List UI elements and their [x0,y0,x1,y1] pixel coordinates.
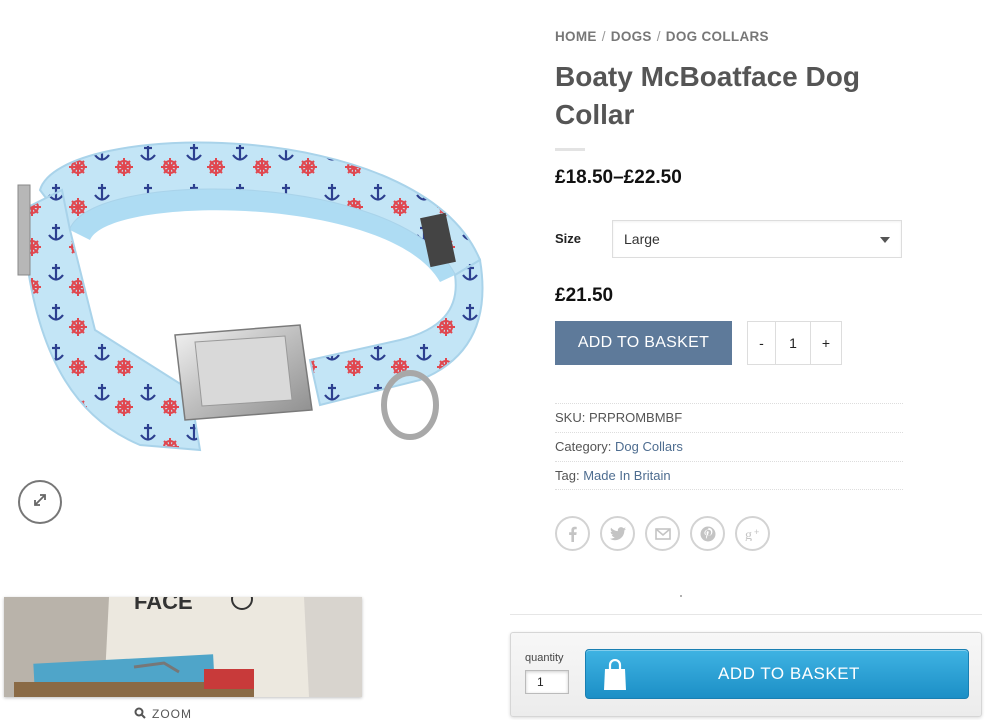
svg-text:g: g [745,528,752,541]
facebook-icon[interactable] [555,516,590,551]
quantity-minus-button[interactable]: - [748,322,776,364]
size-select[interactable]: Large [612,220,902,258]
expand-icon [31,491,49,514]
gallery-thumbnail[interactable]: FACE [4,597,362,697]
sticky-add-to-basket-bar: quantity 1 ADD TO BASKET [510,632,982,717]
thumbnail-bag-text: FACE [134,597,193,614]
sku-label: SKU: [555,410,586,425]
tag-row: Tag: Made In Britain [555,461,903,490]
price-range: £18.50–£22.50 [555,167,682,188]
sticky-add-to-basket-label: ADD TO BASKET [718,664,860,683]
expand-image-button[interactable] [18,480,62,524]
breadcrumb: HOME / DOGS / DOG COLLARS [555,29,769,44]
sticky-quantity-input[interactable]: 1 [525,670,569,694]
category-link[interactable]: Dog Collars [615,439,683,454]
sku-value: PRPROMBMBF [588,410,683,425]
variation-price: £21.50 [555,285,614,306]
sticky-quantity-label: quantity [525,652,564,664]
chevron-down-icon [880,237,890,243]
title-divider [555,148,585,151]
search-icon [134,707,146,720]
divider-dot [680,595,682,597]
breadcrumb-dogs[interactable]: DOGS [611,29,652,44]
size-label: Size [555,231,582,246]
google-plus-icon[interactable]: g + [735,516,770,551]
size-select-value: Large [624,231,660,247]
category-row: Category: Dog Collars [555,432,903,461]
product-meta: SKU: PRPROMBMBF Category: Dog Collars Ta… [555,403,903,490]
category-label: Category: [555,439,612,454]
section-divider [510,614,982,615]
quantity-input[interactable]: 1 [776,322,810,364]
twitter-icon[interactable] [600,516,635,551]
zoom-label: ZOOM [152,707,192,720]
tag-label: Tag: [555,468,580,483]
svg-text:+: + [754,527,759,537]
breadcrumb-dog-collars[interactable]: DOG COLLARS [666,29,769,44]
zoom-link[interactable]: ZOOM [134,706,192,720]
pinterest-icon[interactable] [690,516,725,551]
quantity-plus-button[interactable]: + [810,322,841,364]
share-icons: g + [555,516,770,551]
product-main-image[interactable] [0,60,500,530]
add-to-basket-button[interactable]: ADD TO BASKET [555,321,732,365]
sku-row: SKU: PRPROMBMBF [555,403,903,432]
quantity-stepper: - 1 + [747,321,842,365]
email-icon[interactable] [645,516,680,551]
product-title: Boaty McBoatface Dog Collar [555,61,860,130]
breadcrumb-home[interactable]: HOME [555,29,597,44]
breadcrumb-separator: / [656,29,661,44]
sticky-add-to-basket-button[interactable]: ADD TO BASKET [585,649,969,699]
breadcrumb-separator: / [601,29,606,44]
tag-link[interactable]: Made In Britain [583,468,670,483]
